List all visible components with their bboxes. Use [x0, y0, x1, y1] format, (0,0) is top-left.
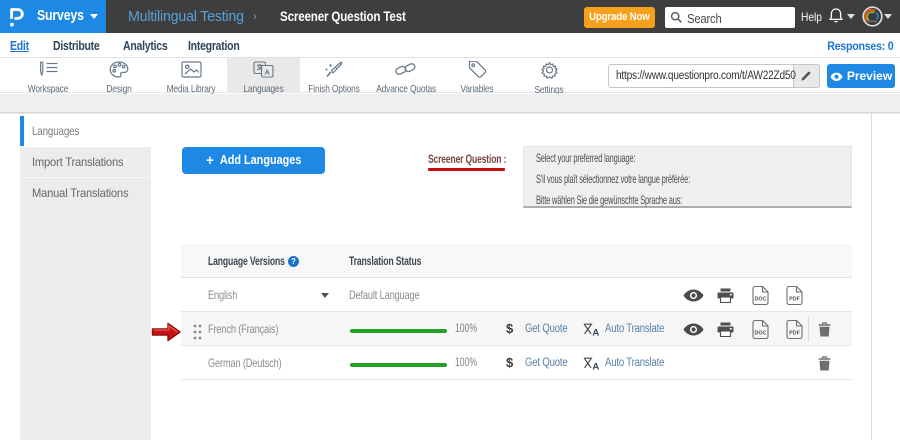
svg-text:A: A — [592, 328, 599, 337]
svg-text:A: A — [592, 362, 599, 371]
svg-text:DOC: DOC — [755, 331, 767, 337]
svg-text:PDF: PDF — [789, 331, 800, 337]
svg-text:A: A — [264, 67, 270, 76]
svg-text:DOC: DOC — [755, 297, 767, 303]
svg-text:PDF: PDF — [789, 297, 800, 303]
